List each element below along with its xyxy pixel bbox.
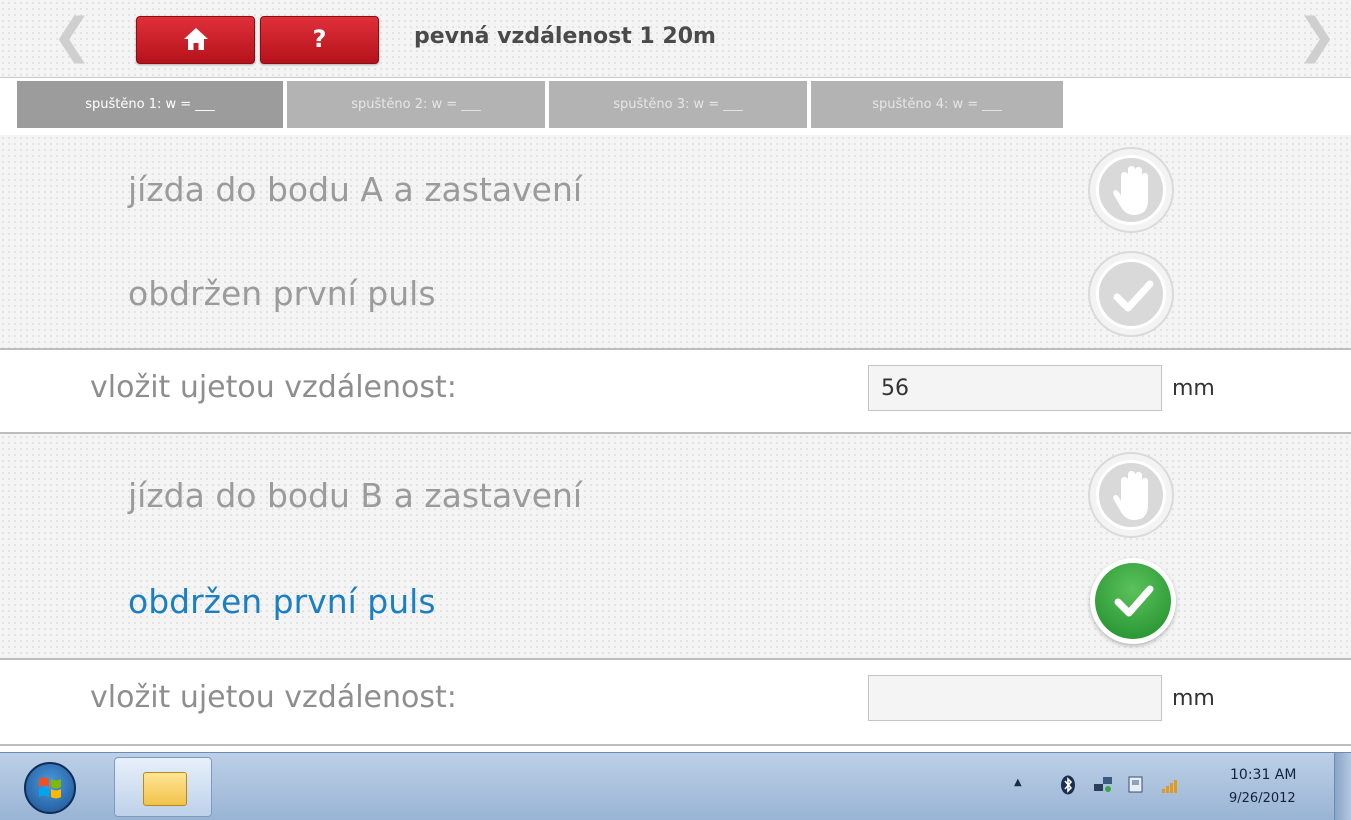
show-hidden-icons-arrow-icon[interactable]: ▲ [1014,777,1022,788]
distance-input-label: vložit ujetou vzdálenost: [90,370,457,405]
show-desktop-button[interactable] [1334,753,1351,820]
run-a-steps: jízda do bodu A a zastavení obdržen prvn… [0,135,1351,348]
check-icon [1090,558,1176,644]
unit-label: mm [1172,376,1215,401]
hand-icon [1088,452,1174,538]
distance-input-label: vložit ujetou vzdálenost: [90,680,457,715]
hand-icon [1088,147,1174,233]
usb-device-icon[interactable] [1126,774,1146,796]
check-icon [1088,251,1174,337]
tab-run-3[interactable]: spuštěno 3: w = ___ [549,81,807,128]
signal-strength-icon[interactable] [1160,775,1182,795]
page-title: pevná vzdálenost 1 20m [414,24,716,49]
distance-input-a[interactable] [868,365,1162,411]
run-b-steps: jízda do bodu B a zastavení obdržen prvn… [0,434,1351,658]
home-button[interactable] [136,16,255,64]
step-first-pulse-received-active: obdržen první puls [128,582,436,621]
tab-run-2[interactable]: spuštěno 2: w = ___ [287,81,545,128]
help-button-label: ? [312,25,327,53]
folder-icon [143,772,187,806]
unit-label: mm [1172,686,1215,711]
windows-logo-icon [39,777,61,799]
help-button[interactable]: ? [260,16,379,64]
step-first-pulse-received: obdržen první puls [128,274,436,313]
back-arrow-icon[interactable]: ❮ [52,4,92,68]
top-bar: ❮ ? pevná vzdálenost 1 20m ❯ [0,0,1351,77]
network-devices-icon[interactable] [1092,774,1114,796]
step-drive-to-point-b: jízda do bodu B a zastavení [128,476,583,515]
taskbar: ▲ 10:31 AM 9/26/2012 [0,752,1351,820]
file-explorer-button[interactable] [114,757,212,817]
tab-run-1[interactable]: spuštěno 1: w = ___ [17,81,283,128]
clock-date[interactable]: 9/26/2012 [1229,791,1296,806]
step-drive-to-point-a: jízda do bodu A a zastavení [128,170,583,209]
start-button[interactable] [24,762,76,814]
tab-run-4[interactable]: spuštěno 4: w = ___ [811,81,1063,128]
clock-time[interactable]: 10:31 AM [1230,767,1296,783]
forward-arrow-icon[interactable]: ❯ [1297,4,1337,68]
home-icon [184,28,208,50]
bluetooth-icon[interactable] [1060,775,1076,795]
distance-input-b[interactable] [868,675,1162,721]
tab-bar: spuštěno 1: w = ___ spuštěno 2: w = ___ … [0,77,1351,136]
distance-input-row-a: vložit ujetou vzdálenost: mm [0,348,1351,434]
distance-input-row-b: vložit ujetou vzdálenost: mm [0,658,1351,746]
